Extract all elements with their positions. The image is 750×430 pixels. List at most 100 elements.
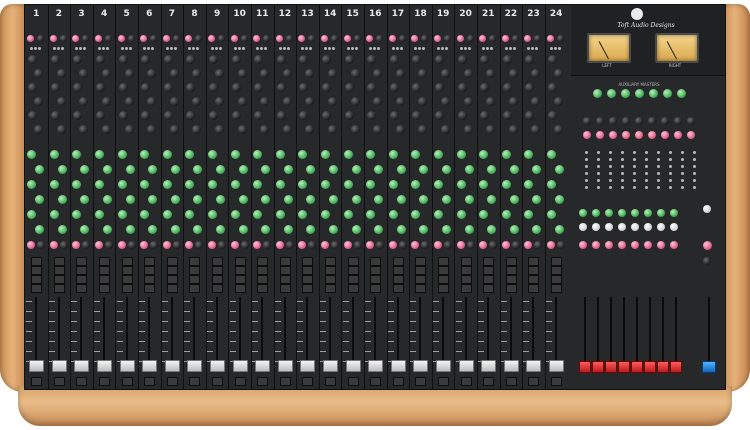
talkback-knob[interactable] (703, 257, 711, 265)
aux-send-knob[interactable] (275, 180, 285, 189)
channel-button[interactable] (53, 284, 65, 293)
aux-send-knob[interactable] (419, 165, 429, 174)
aux-send-knob[interactable] (117, 180, 127, 189)
aux-send-knob[interactable] (253, 180, 263, 189)
aux-send-knob[interactable] (80, 165, 90, 174)
gain-knob[interactable] (49, 35, 57, 42)
aux-send-knob[interactable] (306, 195, 316, 204)
routing-knob[interactable] (105, 241, 114, 249)
eq-knob[interactable] (34, 97, 44, 106)
trim-knob[interactable] (489, 35, 497, 42)
routing-knob[interactable] (398, 241, 407, 249)
aux-send-knob[interactable] (388, 150, 398, 159)
channel-button[interactable] (325, 257, 337, 266)
eq-knob[interactable] (73, 55, 83, 64)
return-knob[interactable] (631, 209, 639, 217)
gain-knob[interactable] (298, 35, 306, 42)
group-fader[interactable] (670, 361, 682, 373)
gain-knob[interactable] (140, 35, 148, 42)
master-return-knob[interactable] (583, 131, 591, 139)
aux-send-knob[interactable] (532, 225, 542, 234)
channel-button[interactable] (370, 275, 382, 284)
aux-send-knob[interactable] (374, 225, 384, 234)
aux-send-knob[interactable] (57, 225, 67, 234)
aux-send-knob[interactable] (35, 165, 45, 174)
channel-button[interactable] (212, 266, 224, 275)
pan-knob[interactable] (479, 241, 488, 249)
channel-button[interactable] (99, 266, 111, 275)
channel-button[interactable] (460, 257, 472, 266)
pan-knob[interactable] (298, 241, 307, 249)
mute-button[interactable] (415, 377, 427, 386)
channel-fader[interactable] (97, 360, 113, 372)
eq-knob[interactable] (237, 125, 247, 134)
mute-button[interactable] (460, 377, 472, 386)
group-fader[interactable] (592, 361, 604, 373)
return-pan-knob[interactable] (670, 241, 678, 249)
channel-button[interactable] (370, 284, 382, 293)
channel-button[interactable] (212, 275, 224, 284)
return-knob[interactable] (657, 209, 665, 217)
channel-button[interactable] (144, 275, 156, 284)
aux-send-knob[interactable] (57, 165, 67, 174)
eq-knob[interactable] (50, 111, 60, 120)
aux-master-knob[interactable] (663, 89, 672, 98)
aux-send-knob[interactable] (434, 210, 444, 219)
channel-button[interactable] (551, 275, 563, 284)
eq-knob[interactable] (56, 97, 66, 106)
aux-send-knob[interactable] (185, 150, 195, 159)
aux-send-knob[interactable] (193, 225, 203, 234)
aux-send-knob[interactable] (555, 225, 565, 234)
aux-send-knob[interactable] (72, 210, 82, 219)
eq-knob[interactable] (102, 69, 112, 78)
eq-knob[interactable] (96, 83, 106, 92)
channel-fader[interactable] (51, 360, 67, 372)
trim-knob[interactable] (127, 35, 135, 42)
channel-fader[interactable] (119, 360, 135, 372)
pan-knob[interactable] (501, 241, 510, 249)
eq-knob[interactable] (463, 125, 473, 134)
channel-button[interactable] (415, 284, 427, 293)
eq-knob[interactable] (548, 111, 558, 120)
channel-button[interactable] (31, 284, 43, 293)
aux-send-knob[interactable] (419, 225, 429, 234)
aux-send-knob[interactable] (298, 210, 308, 219)
eq-knob[interactable] (34, 69, 44, 78)
pan-knob[interactable] (547, 241, 556, 249)
channel-button[interactable] (302, 275, 314, 284)
aux-send-knob[interactable] (555, 165, 565, 174)
eq-knob[interactable] (124, 125, 134, 134)
routing-knob[interactable] (353, 241, 362, 249)
eq-knob[interactable] (231, 111, 241, 120)
aux-send-knob[interactable] (148, 225, 158, 234)
master-knob[interactable] (622, 117, 630, 125)
gain-knob[interactable] (230, 35, 238, 42)
aux-master-knob[interactable] (607, 89, 616, 98)
aux-send-knob[interactable] (306, 165, 316, 174)
return-level-knob[interactable] (657, 223, 665, 231)
channel-button[interactable] (212, 284, 224, 293)
eq-knob[interactable] (231, 55, 241, 64)
channel-button[interactable] (460, 284, 472, 293)
gain-knob[interactable] (366, 35, 374, 42)
master-knob[interactable] (687, 117, 695, 125)
channel-button[interactable] (483, 257, 495, 266)
channel-button[interactable] (325, 275, 337, 284)
gain-knob[interactable] (321, 35, 329, 42)
aux-send-knob[interactable] (366, 150, 376, 159)
return-level-knob[interactable] (618, 223, 626, 231)
eq-knob[interactable] (169, 69, 179, 78)
group-fader[interactable] (644, 361, 656, 373)
gain-knob[interactable] (411, 35, 419, 42)
mute-button[interactable] (551, 377, 563, 386)
pan-knob[interactable] (388, 241, 397, 249)
aux-send-knob[interactable] (193, 195, 203, 204)
eq-knob[interactable] (344, 83, 354, 92)
channel-button[interactable] (53, 266, 65, 275)
routing-knob[interactable] (82, 241, 91, 249)
eq-knob[interactable] (215, 97, 225, 106)
eq-knob[interactable] (480, 83, 490, 92)
eq-knob[interactable] (418, 125, 428, 134)
trim-knob[interactable] (511, 35, 519, 42)
aux-send-knob[interactable] (388, 210, 398, 219)
